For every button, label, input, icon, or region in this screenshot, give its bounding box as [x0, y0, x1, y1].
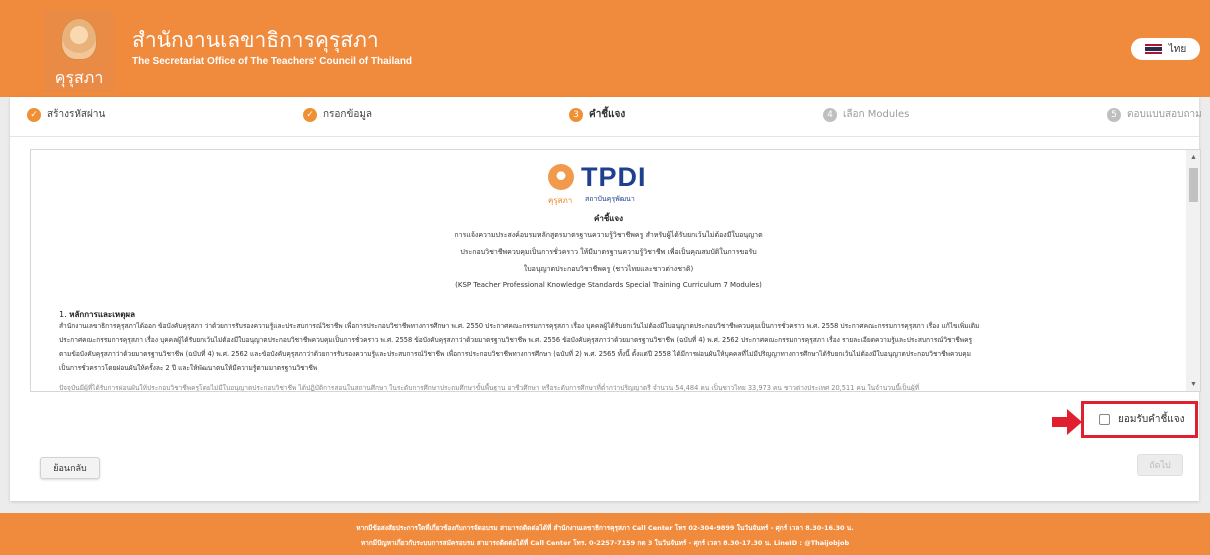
- council-emblem-icon: [61, 18, 97, 60]
- document-subtitle-line: ประกอบวิชาชีพควบคุมเป็นการชั่วคราว ให้มี…: [460, 248, 757, 256]
- step-label: ตอบแบบสอบถาม: [1127, 109, 1202, 120]
- language-switcher[interactable]: ไทย: [1131, 38, 1200, 60]
- check-icon: ✓: [27, 107, 41, 122]
- step-label: สร้างรหัสผ่าน: [47, 109, 106, 120]
- scroll-down-arrow-icon[interactable]: ▼: [1186, 377, 1200, 391]
- document-content: TPDI คุรุสภา สถาบันคุรุพัฒนา คำชี้แจง กา…: [31, 150, 1186, 392]
- paragraph-line: เป็นการชั่วคราวโดยผ่อนผันให้ครั้งละ 2 ปี…: [59, 364, 318, 372]
- document-scrollbar[interactable]: ▲ ▼: [1186, 150, 1200, 391]
- checkbox-icon[interactable]: [1099, 414, 1110, 425]
- teachers-council-logo[interactable]: คุรุสภา: [44, 10, 114, 92]
- paragraph-line: ตามข้อบังคับคุรุสภาว่าด้วยมาตรฐานวิชาชีพ…: [59, 350, 972, 358]
- tpdi-subtitle-institute: สถาบันคุรุพัฒนา: [585, 195, 635, 203]
- step-fill-information: ✓ กรอกข้อมูล: [303, 107, 372, 122]
- red-arrow-icon: [1052, 409, 1082, 435]
- main-card: ✓ สร้างรหัสผ่าน ✓ กรอกข้อมูล 3 คำชี้แจง …: [10, 97, 1202, 501]
- step-number-badge: 3: [569, 107, 583, 122]
- step-select-modules: 4 เลือก Modules: [823, 107, 909, 122]
- language-label: ไทย: [1168, 43, 1187, 55]
- step-label: กรอกข้อมูล: [323, 109, 373, 120]
- scrollbar-thumb[interactable]: [1189, 168, 1198, 202]
- back-button[interactable]: ย้อนกลับ: [40, 457, 100, 479]
- document-subtitle-line: ใบอนุญาตประกอบวิชาชีพครู (ชาวไทยและชาวต่…: [523, 265, 694, 273]
- document-title: คำชี้แจง: [593, 214, 624, 223]
- step-questionnaire: 5 ตอบแบบสอบถาม: [1107, 107, 1202, 122]
- document-subtitle-line: การแจ้งความประสงค์อบรมหลักสูตรมาตรฐานควา…: [454, 231, 763, 239]
- section-title: หลักการและเหตุผล: [69, 310, 135, 319]
- accept-label: ยอมรับคำชี้แจง: [1118, 414, 1185, 425]
- step-label: เลือก Modules: [843, 109, 910, 120]
- logo-text: คุรุสภา: [54, 68, 104, 87]
- document-subtitle-line: (KSP Teacher Professional Knowledge Stan…: [455, 281, 762, 289]
- paragraph-line: สำนักงานเลขาธิการคุรุสภาได้ออก ข้อบังคับ…: [59, 322, 980, 330]
- step-number-badge: 5: [1107, 107, 1121, 122]
- stepper-divider: [10, 136, 1199, 137]
- paragraph-line: ประกาศคณะกรรมการคุรุสภา เรื่อง บุคคลผู้ไ…: [59, 336, 973, 344]
- tpdi-wordmark: TPDI: [581, 162, 647, 192]
- org-name-thai: สำนักงานเลขาธิการคุรุสภา: [132, 28, 379, 52]
- thai-flag-icon: [1144, 44, 1162, 55]
- step-number-badge: 4: [823, 107, 837, 122]
- progress-stepper: ✓ สร้างรหัสผ่าน ✓ กรอกข้อมูล 3 คำชี้แจง …: [10, 107, 1202, 128]
- org-name-english: The Secretariat Office of The Teachers' …: [132, 56, 413, 67]
- council-emblem-icon: [548, 164, 574, 190]
- site-footer: หากมีข้อสงสัยประการใดที่เกี่ยวข้องกับการ…: [0, 513, 1210, 555]
- site-header: คุรุสภา สำนักงานเลขาธิการคุรุสภา The Sec…: [0, 0, 1210, 97]
- scroll-up-arrow-icon[interactable]: ▲: [1186, 150, 1200, 164]
- footer-contact-line: หากมีข้อสงสัยประการใดที่เกี่ยวข้องกับการ…: [356, 524, 854, 532]
- footer-support-line: หากมีปัญหาเกี่ยวกับระบบการสมัครอบรม สามา…: [360, 539, 850, 547]
- tpdi-subtitle-council: คุรุสภา: [548, 196, 573, 205]
- check-icon: ✓: [303, 107, 317, 122]
- tpdi-logo: TPDI คุรุสภา สถาบันคุรุพัฒนา: [548, 162, 678, 206]
- accept-instructions-checkbox[interactable]: ยอมรับคำชี้แจง: [1081, 401, 1198, 438]
- next-button[interactable]: ถัดไป: [1137, 454, 1183, 476]
- step-label: คำชี้แจง: [589, 109, 626, 120]
- step-create-password: ✓ สร้างรหัสผ่าน: [27, 107, 105, 122]
- paragraph-line: ปัจจุบันมีผู้ที่ได้รับการผ่อนผันให้ประกอ…: [59, 384, 920, 392]
- step-instructions: 3 คำชี้แจง: [569, 107, 625, 122]
- instruction-document-viewer[interactable]: TPDI คุรุสภา สถาบันคุรุพัฒนา คำชี้แจง กา…: [30, 149, 1201, 392]
- section-number: 1.: [59, 310, 67, 319]
